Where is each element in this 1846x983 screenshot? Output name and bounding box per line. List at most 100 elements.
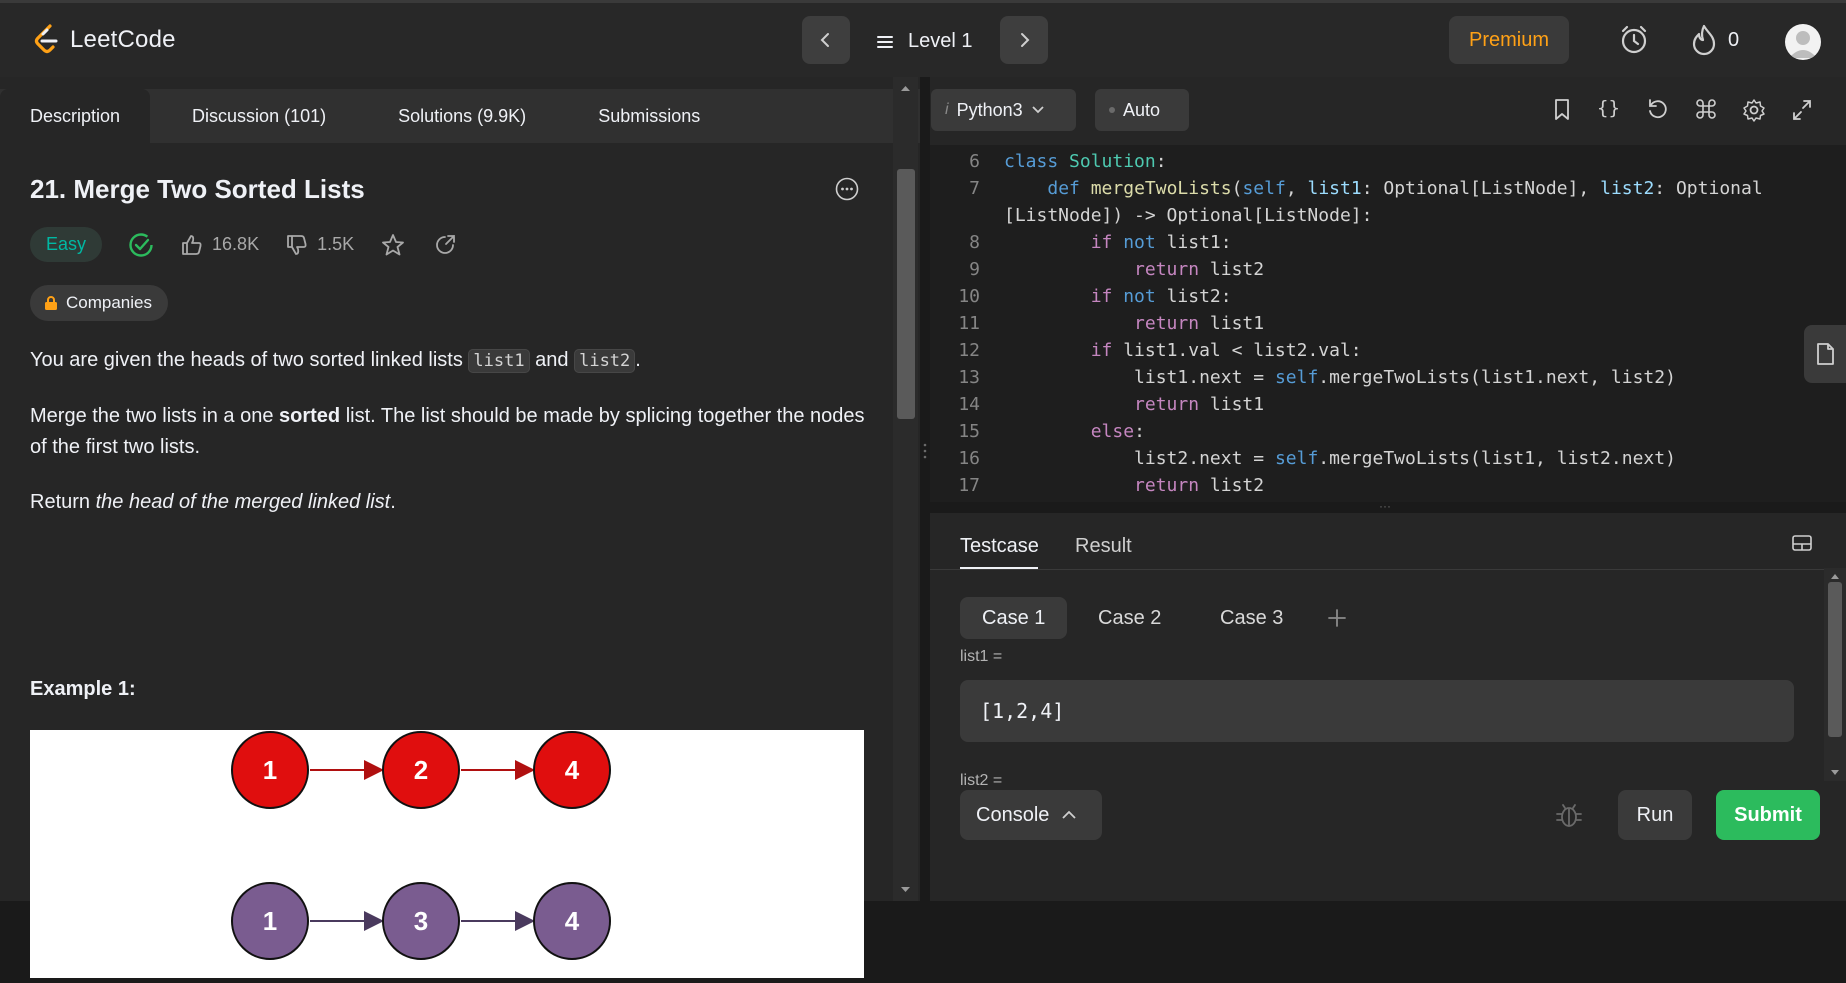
console-button[interactable]: Console xyxy=(960,790,1102,840)
user-avatar[interactable] xyxy=(1785,24,1821,60)
tab-discussion[interactable]: Discussion (101) xyxy=(150,89,356,143)
tab-solutions[interactable]: Solutions (9.9K) xyxy=(356,89,556,143)
scroll-down-icon[interactable] xyxy=(893,883,918,897)
line-number: 7 xyxy=(969,178,980,199)
list1-node-value: 1 xyxy=(263,755,277,785)
streak-counter[interactable]: 0 xyxy=(1690,23,1739,57)
code-line[interactable]: [ListNode]) -> Optional[ListNode]: xyxy=(930,202,1830,229)
code-editor[interactable]: 6 class Solution: 7 def mergeTwoLists(self… xyxy=(930,145,1846,502)
code-token: if xyxy=(1090,340,1124,361)
tab-description[interactable]: Description xyxy=(0,89,151,143)
command-icon[interactable] xyxy=(1694,97,1718,123)
desc-text: You are given the heads of two sorted li… xyxy=(30,349,469,371)
description-panel: Description Discussion (101) Solutions (… xyxy=(0,77,920,978)
streak-count: 0 xyxy=(1728,28,1740,51)
tab-testcase[interactable]: Testcase xyxy=(960,535,1039,558)
code-token: self xyxy=(1274,448,1319,469)
settings-gear-icon[interactable] xyxy=(1742,97,1766,123)
case-3-tab[interactable]: Case 3 xyxy=(1198,597,1305,639)
scroll-down-icon[interactable] xyxy=(1824,767,1846,779)
code-line[interactable]: 16 list2.next = self.mergeTwoLists(list1… xyxy=(930,445,1830,472)
case-2-tab[interactable]: Case 2 xyxy=(1076,597,1183,639)
level-label: Level 1 xyxy=(908,30,973,52)
code-line[interactable]: 7 def mergeTwoLists(self, list1: Optiona… xyxy=(930,175,1830,202)
companies-button[interactable]: Companies xyxy=(30,285,168,321)
layout-panel-icon[interactable] xyxy=(1791,533,1813,553)
thumbs-up-icon xyxy=(182,234,202,255)
chevron-down-icon xyxy=(1031,106,1044,114)
code-line[interactable]: 11 return list1 xyxy=(930,310,1830,337)
code-line[interactable]: 12 if list1.val < list2.val: xyxy=(930,337,1830,364)
list1-input[interactable]: [1,2,4] xyxy=(960,680,1794,742)
description-scrollbar[interactable] xyxy=(893,77,918,901)
line-number: 12 xyxy=(958,340,980,361)
leetcode-logo[interactable]: LeetCode xyxy=(32,23,176,57)
add-case-icon[interactable] xyxy=(1327,608,1347,628)
horizontal-drag-handle[interactable]: ··· xyxy=(1370,500,1400,512)
bookmark-icon[interactable] xyxy=(1551,97,1573,123)
run-button[interactable]: Run xyxy=(1618,790,1692,840)
reset-icon[interactable] xyxy=(1646,97,1670,123)
autocomplete-mode[interactable]: Auto xyxy=(1095,89,1189,131)
dislike-button[interactable]: 1.5K xyxy=(285,233,354,257)
case-1-tab[interactable]: Case 1 xyxy=(960,597,1068,639)
format-braces-icon[interactable]: {} xyxy=(1597,97,1620,119)
tab-submissions[interactable]: Submissions xyxy=(556,89,730,143)
testcase-panel: Testcase Result Case 1 Case 2 Case 3 lis… xyxy=(930,513,1846,901)
submit-button[interactable]: Submit xyxy=(1716,790,1820,840)
line-number: 13 xyxy=(958,367,980,388)
code-line[interactable]: 6 class Solution: xyxy=(930,148,1830,175)
code-line[interactable]: 15 else: xyxy=(930,418,1830,445)
list2-node-value: 1 xyxy=(263,906,277,936)
code-token: .mergeTwoLists(list1, list2.next) xyxy=(1318,448,1676,469)
fire-icon xyxy=(1692,24,1716,56)
code-line[interactable]: 14 return list1 xyxy=(930,391,1830,418)
code-line[interactable]: 13 list1.next = self.mergeTwoLists(list1… xyxy=(930,364,1830,391)
alarm-clock-icon[interactable] xyxy=(1617,23,1651,62)
desc-text: . xyxy=(635,349,641,371)
scroll-up-icon[interactable] xyxy=(1824,570,1846,582)
premium-button[interactable]: Premium xyxy=(1449,16,1569,64)
divider xyxy=(930,569,1846,570)
code-line[interactable]: 10 if not list2: xyxy=(930,283,1830,310)
scrollbar-thumb[interactable] xyxy=(897,169,915,419)
scrollbar-thumb[interactable] xyxy=(1828,582,1842,737)
line-number: 9 xyxy=(969,259,980,280)
chevron-left-icon xyxy=(820,33,829,47)
companies-label: Companies xyxy=(66,293,152,312)
code-token: if xyxy=(1090,286,1124,307)
list1-node-value: 4 xyxy=(565,755,580,785)
code-token: list1.val < list2.val: xyxy=(1123,340,1362,361)
editor-toolbar: i Python3 Auto {} xyxy=(930,77,1846,145)
description-paragraph: Merge the two lists in a one sorted list… xyxy=(30,401,870,463)
prev-problem-button[interactable] xyxy=(802,16,850,64)
more-options-icon[interactable] xyxy=(835,177,859,206)
notes-side-tab[interactable] xyxy=(1804,325,1846,383)
code-token: if xyxy=(1090,232,1124,253)
panel-splitter[interactable] xyxy=(920,77,930,901)
code-line[interactable]: 17 return list2 xyxy=(930,472,1830,499)
scroll-up-icon[interactable] xyxy=(893,81,918,95)
next-problem-button[interactable] xyxy=(1000,16,1048,64)
line-number: 10 xyxy=(958,286,980,307)
like-button[interactable]: 16.8K xyxy=(180,233,259,257)
drag-handle-icon xyxy=(923,443,927,459)
line-number: 15 xyxy=(958,421,980,442)
like-count: 16.8K xyxy=(212,234,260,254)
code-token: list1.next = xyxy=(1004,367,1275,388)
code-line[interactable]: 9 return list2 xyxy=(930,256,1830,283)
testcase-scrollbar[interactable] xyxy=(1824,568,1846,781)
debug-bug-icon[interactable] xyxy=(1554,800,1584,830)
tab-result[interactable]: Result xyxy=(1075,535,1132,558)
list2-label: list2 = xyxy=(960,772,1003,789)
fullscreen-icon[interactable] xyxy=(1790,97,1814,123)
code-line[interactable]: 8 if not list1: xyxy=(930,229,1830,256)
code-token: list2 xyxy=(1209,259,1265,280)
solved-check-icon xyxy=(129,232,153,257)
code-token: : xyxy=(1134,421,1145,442)
share-icon[interactable] xyxy=(432,232,458,258)
star-icon[interactable] xyxy=(380,232,406,258)
problem-list-selector[interactable]: Level 1 xyxy=(876,30,973,53)
language-selector[interactable]: i Python3 xyxy=(931,89,1076,131)
